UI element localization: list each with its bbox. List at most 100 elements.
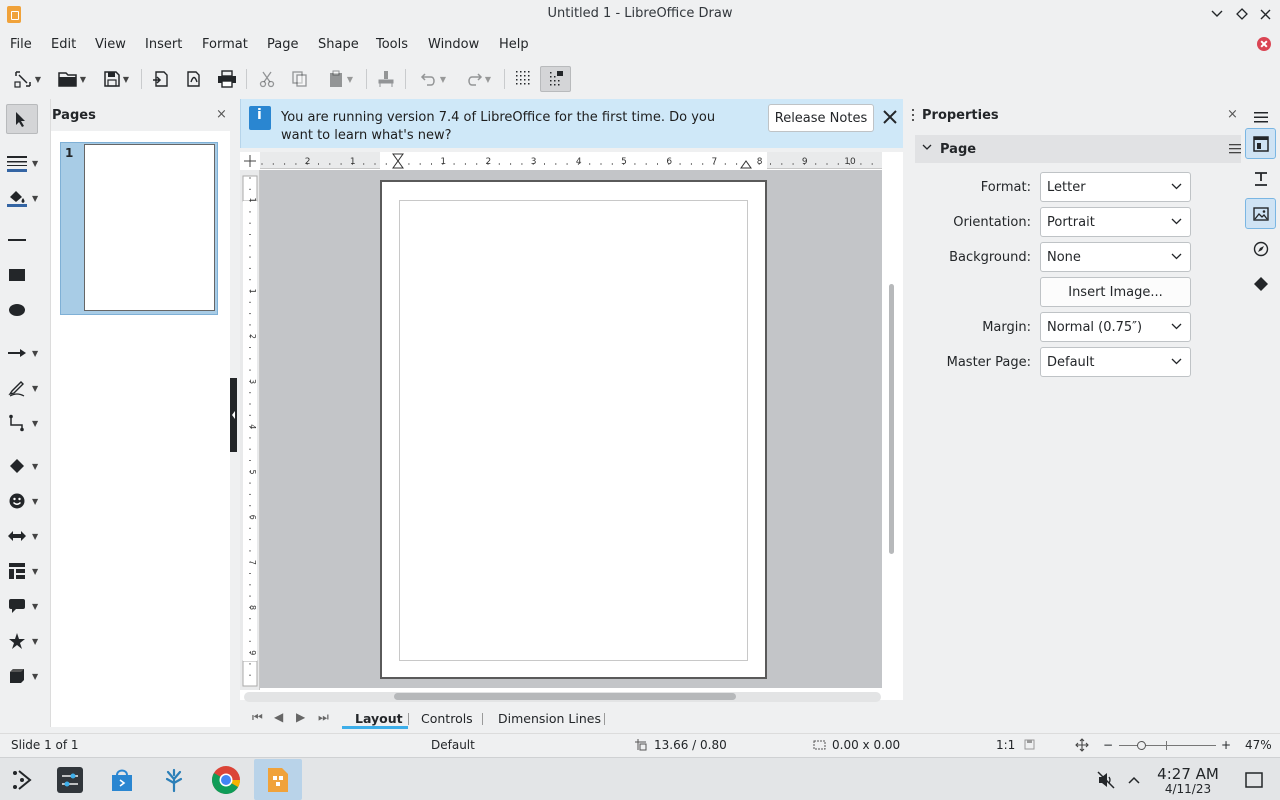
horizontal-scrollbar[interactable] [244,692,881,702]
sidebar-navigator-button[interactable] [1245,233,1276,264]
master-page-dropdown[interactable]: Default [1040,347,1191,377]
undo-button[interactable]: ▼ [413,66,453,92]
maximize-button[interactable] [1233,5,1251,23]
save-button[interactable]: ▼ [96,66,136,92]
first-layer-button[interactable]: ⏮ [252,710,263,725]
margin-dropdown[interactable]: Normal (0.75″) [1040,312,1191,342]
block-arrows-tool[interactable]: ▼ [4,521,46,551]
horizontal-scrollbar-thumb[interactable] [394,693,736,700]
helplines-while-moving-button[interactable] [540,66,571,92]
menu-window[interactable]: Window [428,37,479,52]
paste-button[interactable]: ▼ [320,66,360,92]
curve-tool[interactable]: ▼ [4,373,46,403]
system-tray-expand[interactable] [1116,762,1152,798]
close-document-button[interactable] [1257,37,1271,51]
format-dropdown[interactable]: Letter [1040,172,1191,202]
minimize-button[interactable] [1208,5,1226,23]
tab-controls[interactable]: Controls [421,711,473,726]
sidebar-styles-button[interactable] [1245,163,1276,194]
line-arrow-tool[interactable]: ▼ [4,338,46,368]
line-tool[interactable] [4,225,46,255]
ruler-label: 1 [248,289,257,294]
callouts-tool[interactable]: ▼ [4,591,46,621]
close-window-button[interactable] [1256,5,1274,23]
fit-page-icon[interactable] [1075,738,1089,752]
menu-file[interactable]: File [10,37,32,52]
open-icon [58,70,78,88]
vertical-ruler[interactable]: 112345678910 [240,170,260,690]
last-layer-button[interactable]: ⏭ [318,710,329,725]
ellipse-tool[interactable] [4,295,46,325]
open-button[interactable]: ▼ [52,66,92,92]
sidebar-properties-button[interactable] [1245,128,1276,159]
redo-button[interactable]: ▼ [458,66,498,92]
menu-page[interactable]: Page [267,37,298,52]
infobar-close-button[interactable] [881,108,899,126]
tab-dimension-lines[interactable]: Dimension Lines [498,711,601,726]
menu-help[interactable]: Help [499,37,529,52]
select-tool[interactable] [6,104,38,134]
page-thumbnail[interactable] [84,144,215,311]
stars-tool[interactable]: ▼ [4,626,46,656]
section-menu-icon[interactable] [1229,143,1241,154]
previous-layer-button[interactable]: ◀ [274,710,283,724]
display-grid-button[interactable] [509,66,537,92]
background-dropdown[interactable]: None [1040,242,1191,272]
line-color-tool[interactable]: ▼ [4,148,46,178]
taskbar-app-3[interactable] [156,762,192,798]
taskbar-system-settings[interactable] [52,762,88,798]
clock-time[interactable]: 4:27 AM [1150,765,1226,783]
redo-icon [465,71,483,87]
export-pdf-button[interactable] [181,66,207,92]
zoom-out-button[interactable]: − [1103,738,1113,752]
menu-view[interactable]: View [95,37,126,52]
export-button[interactable] [148,66,174,92]
release-notes-button[interactable]: Release Notes [768,104,874,132]
zoom-in-button[interactable]: + [1221,738,1231,752]
menu-shape[interactable]: Shape [318,37,359,52]
menu-edit[interactable]: Edit [51,37,76,52]
new-button[interactable]: ▼ [7,66,47,92]
clock-date[interactable]: 4/11/23 [1150,782,1226,796]
sidebar-shapes-button[interactable] [1245,268,1276,299]
rectangle-tool[interactable] [4,260,46,290]
3d-objects-tool[interactable]: ▼ [4,661,46,691]
horizontal-ruler[interactable]: 2 1 1 2 3 4 5 6 7 8 9 10 [260,152,882,169]
menu-insert[interactable]: Insert [145,37,182,52]
orientation-dropdown[interactable]: Portrait [1040,207,1191,237]
insert-image-button[interactable]: Insert Image... [1040,277,1191,307]
taskbar-discover[interactable] [104,762,140,798]
menu-tools[interactable]: Tools [376,37,408,52]
vertical-scrollbar-thumb[interactable] [889,284,894,554]
cut-button[interactable] [254,66,280,92]
left-panel-splitter[interactable] [230,378,237,452]
copy-button[interactable] [287,66,313,92]
next-layer-button[interactable]: ▶ [296,710,305,724]
flowchart-tool[interactable]: ▼ [4,556,46,586]
application-launcher[interactable] [4,762,40,798]
zoom-slider-knob[interactable] [1137,741,1146,750]
page-section-header[interactable]: Page [915,135,1243,163]
connector-tool[interactable]: ▼ [4,408,46,438]
basic-shapes-tool[interactable]: ▼ [4,451,46,481]
clone-formatting-button[interactable] [373,66,399,92]
fill-color-tool[interactable]: ▼ [4,183,46,213]
sidebar-gallery-button[interactable] [1245,198,1276,229]
ruler-label: 8 [248,605,257,610]
taskbar-libreoffice-draw[interactable] [254,759,302,800]
show-desktop-button[interactable] [1236,762,1272,798]
menu-format[interactable]: Format [202,37,248,52]
tab-layout[interactable]: Layout [355,711,403,726]
drawing-page[interactable] [380,180,767,679]
pages-panel-close-button[interactable]: × [216,107,227,122]
vertical-scrollbar[interactable] [886,172,898,688]
master-slide-name[interactable]: Default [431,738,475,752]
zoom-slider[interactable] [1119,741,1216,750]
ruler-label: 8 [757,157,763,167]
zoom-percent[interactable]: 47% [1245,738,1272,752]
print-button[interactable] [214,66,240,92]
canvas-workspace[interactable] [260,170,882,688]
properties-close-button[interactable]: × [1227,107,1238,122]
symbol-shapes-tool[interactable]: ▼ [4,486,46,516]
taskbar-chrome[interactable] [208,762,244,798]
